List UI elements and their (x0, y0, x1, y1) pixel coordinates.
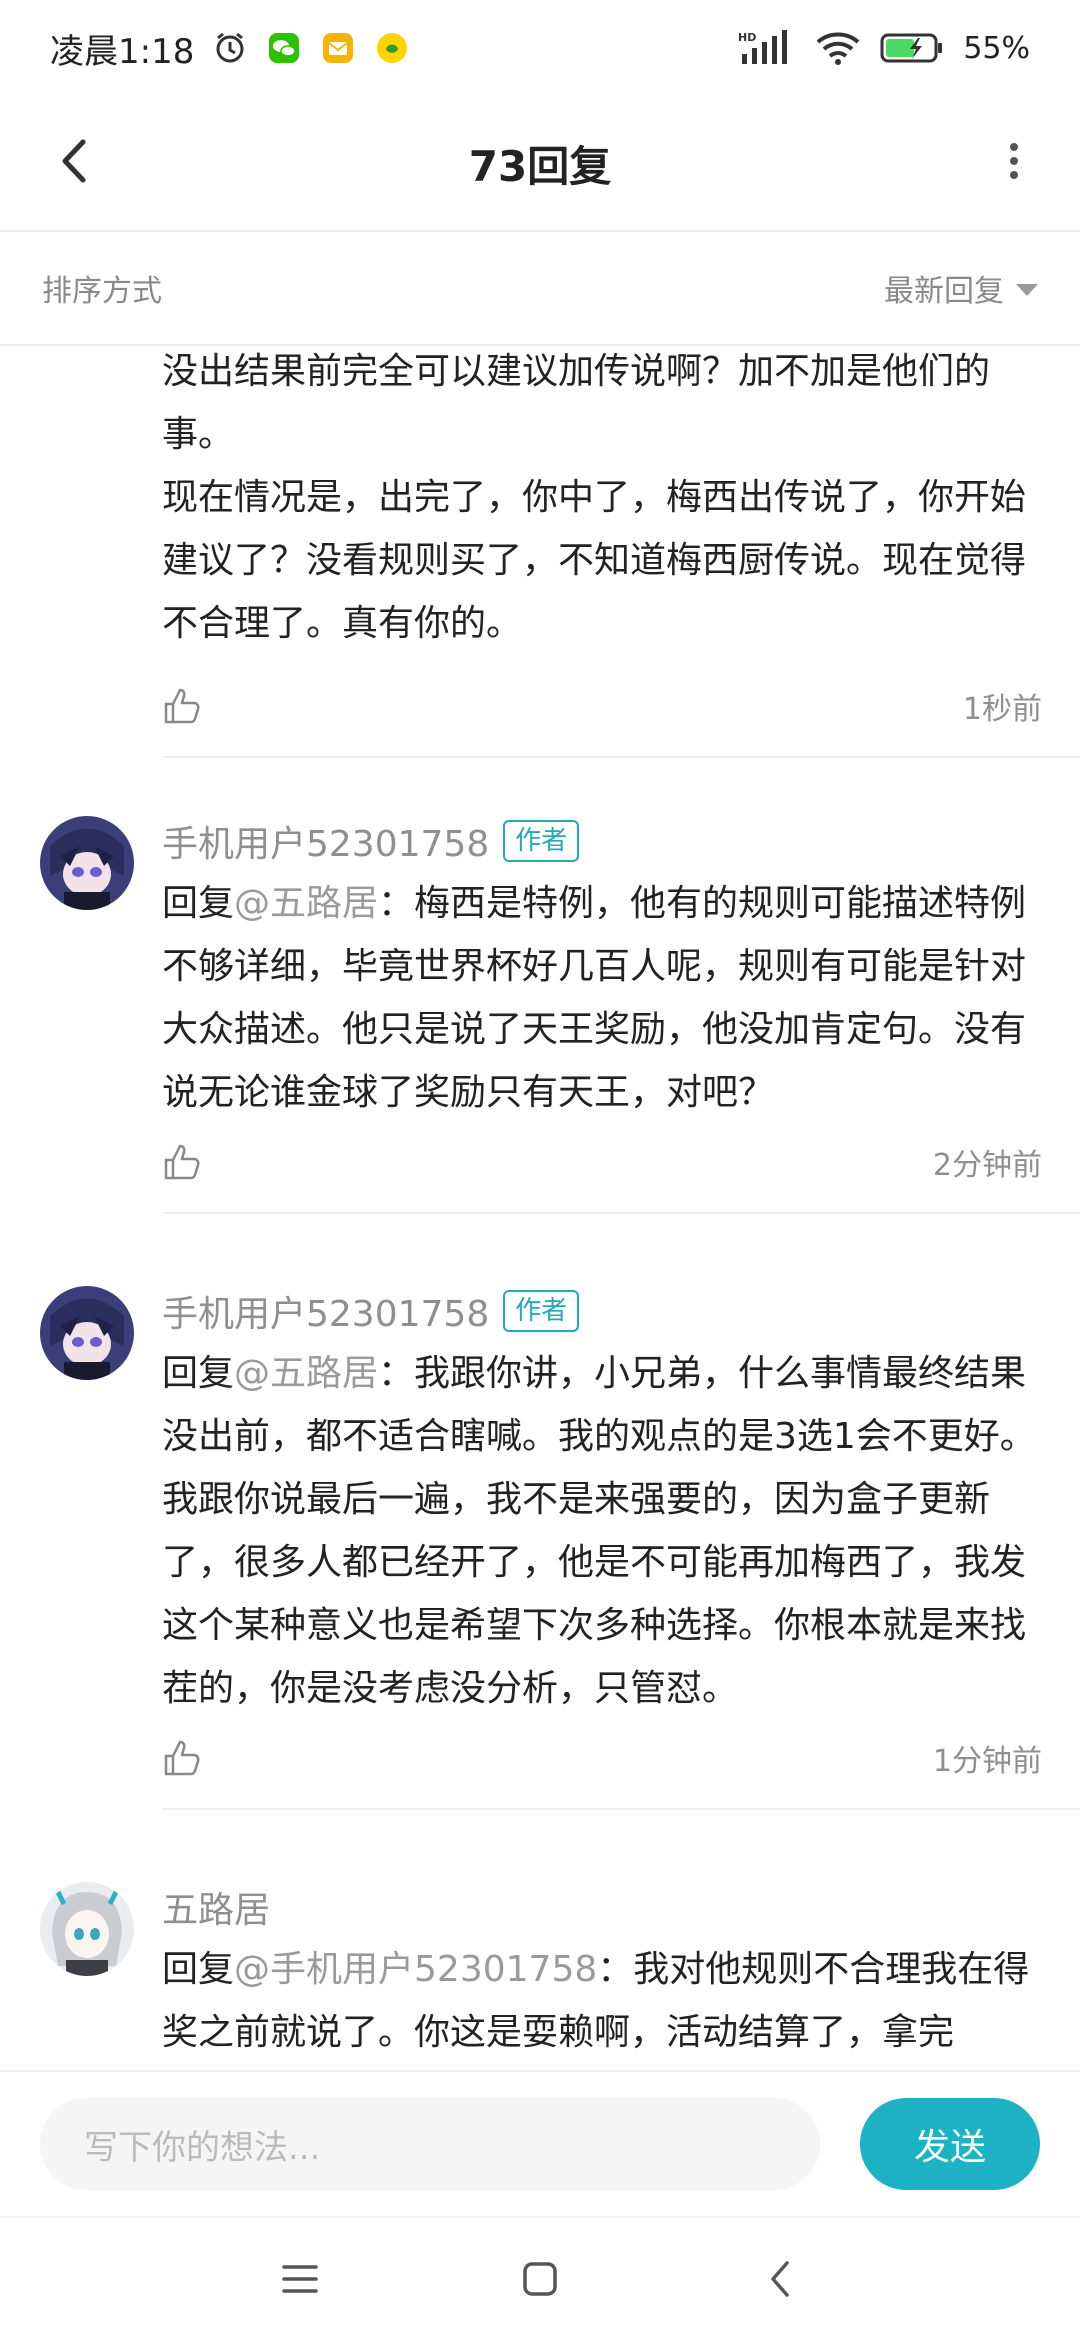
comment-time: 2分钟前 (932, 1148, 1042, 1183)
sort-dropdown[interactable]: 最新回复 (884, 266, 1038, 310)
dropdown-arrow-icon (1016, 284, 1038, 296)
like-button[interactable] (162, 682, 210, 730)
comment-username[interactable]: 手机用户52301758 (162, 1285, 489, 1337)
more-options-button[interactable] (984, 126, 1044, 196)
comment-body: 没出结果前完全可以建议加传说啊？加不加是他们的事。 现在情况是，出完了，你中了，… (162, 346, 1042, 655)
comment-username[interactable]: 五路居 (162, 1881, 270, 1933)
alarm-icon (212, 30, 248, 66)
input-placeholder: 写下你的想法... (84, 2127, 321, 2168)
author-badge: 作者 (503, 1290, 580, 1332)
home-nav-button[interactable] (500, 2239, 580, 2319)
back-button[interactable] (40, 126, 110, 196)
wifi-icon (815, 30, 861, 66)
page-title: 73回复 (468, 141, 612, 191)
comment-meta: 1秒前 (162, 676, 1042, 736)
comment-time: 1秒前 (962, 692, 1042, 727)
comment-text: 没出结果前完全可以建议加传说啊？加不加是他们的事。 现在情况是，出完了，你中了，… (162, 351, 1027, 644)
thumbs-up-icon (164, 688, 200, 724)
comment-body: 手机用户52301758 作者 回复@五路居：梅西是特例，他有的规则可能描述特例… (162, 816, 1042, 1124)
comment-header: 五路居 (162, 1882, 1042, 1932)
battery-icon (879, 30, 945, 66)
comment-meta: 1分钟前 (162, 1728, 1042, 1788)
status-right: HD 55% (737, 30, 1030, 66)
author-badge: 作者 (503, 820, 580, 862)
reply-prefix: 回复 (162, 883, 235, 924)
chevron-left-icon (771, 2261, 789, 2297)
comment-text: 回复@五路居：梅西是特例，他有的规则可能描述特例不够详细，毕竟世界杯好几百人呢，… (162, 872, 1042, 1124)
app-header: 73回复 (0, 96, 1080, 230)
sort-label: 排序方式 (42, 274, 162, 309)
comment-header: 手机用户52301758 作者 (162, 1286, 1042, 1336)
comment-body: 手机用户52301758 作者 回复@五路居：我跟你讲，小兄弟，什么事情最终结果… (162, 1286, 1042, 1720)
comment-username[interactable]: 手机用户52301758 (162, 815, 489, 867)
menu-nav-button[interactable] (260, 2239, 340, 2319)
avatar[interactable] (40, 1286, 134, 1380)
menu-icon (282, 2265, 318, 2293)
chevron-left-icon (62, 139, 86, 183)
status-time: 凌晨1:18 (50, 31, 195, 72)
wechat-icon (266, 30, 302, 66)
mention-link[interactable]: @五路居 (234, 883, 378, 924)
hd-signal-icon: HD (737, 30, 797, 66)
svg-text:HD: HD (738, 31, 756, 44)
thumbs-up-icon (164, 1144, 200, 1180)
mail-icon (320, 30, 356, 66)
reply-prefix: 回复 (162, 1949, 235, 1990)
battery-level: 55% (963, 30, 1030, 66)
comment-divider (162, 756, 1080, 758)
comment-content: ：我跟你讲，小兄弟，什么事情最终结果没出前，都不适合瞎喊。我的观点的是3选1会不… (162, 1353, 1036, 1709)
comment-list: 没出结果前完全可以建议加传说啊？加不加是他们的事。 现在情况是，出完了，你中了，… (0, 346, 1080, 2070)
avatar[interactable] (40, 1882, 134, 1976)
comment-header: 手机用户52301758 作者 (162, 816, 1042, 866)
mention-link[interactable]: @五路居 (234, 1353, 378, 1394)
mention-link[interactable]: @手机用户52301758 (234, 1949, 597, 1990)
status-bar: 凌晨1:18 HD 55% (0, 0, 1080, 96)
like-button[interactable] (162, 1138, 210, 1186)
app-icon (374, 30, 410, 66)
home-square-icon (523, 2262, 557, 2296)
comment-text: 回复@手机用户52301758：我对他规则不合理我在得奖之前就说了。你这是耍赖啊… (162, 1938, 1042, 2064)
comment-input-bar: 写下你的想法... 发送 (0, 2070, 1080, 2216)
avatar[interactable] (40, 816, 134, 910)
comment-input[interactable]: 写下你的想法... (40, 2098, 820, 2190)
send-button[interactable]: 发送 (860, 2098, 1040, 2190)
comment-time: 1分钟前 (932, 1744, 1042, 1779)
thumbs-up-icon (164, 1740, 200, 1776)
more-vertical-icon (1010, 143, 1018, 179)
system-nav-bar (0, 2216, 1080, 2340)
sort-selected-value: 最新回复 (884, 274, 1004, 309)
status-left: 凌晨1:18 (50, 24, 410, 73)
comment-meta: 2分钟前 (162, 1132, 1042, 1192)
sort-bar: 排序方式 最新回复 (0, 232, 1080, 344)
comment-text: 回复@五路居：我跟你讲，小兄弟，什么事情最终结果没出前，都不适合瞎喊。我的观点的… (162, 1342, 1042, 1720)
comment-divider (162, 1808, 1080, 1810)
back-nav-button[interactable] (740, 2239, 820, 2319)
reply-prefix: 回复 (162, 1353, 235, 1394)
comment-divider (162, 1212, 1080, 1214)
like-button[interactable] (162, 1734, 210, 1782)
comment-body: 五路居 回复@手机用户52301758：我对他规则不合理我在得奖之前就说了。你这… (162, 1882, 1042, 2064)
